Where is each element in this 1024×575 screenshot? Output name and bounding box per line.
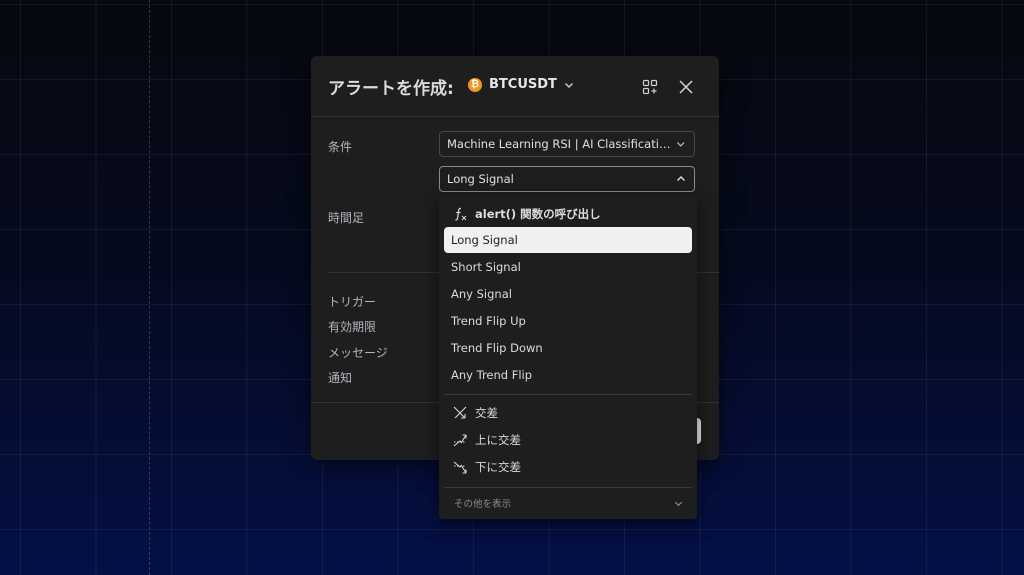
trigger-label: トリガー xyxy=(328,295,377,309)
signal-value: Long Signal xyxy=(447,172,514,186)
menu-item-label: Trend Flip Up xyxy=(451,314,526,328)
menu-item-label: 交差 xyxy=(475,406,498,420)
signal-dropdown-menu: alert() 関数の呼び出し Long Signal Short Signal… xyxy=(439,196,697,519)
menu-item-label: Trend Flip Down xyxy=(451,341,543,355)
menu-item-crossing-down[interactable]: 下に交差 xyxy=(444,454,692,480)
condition-select[interactable]: Machine Learning RSI | AI Classification… xyxy=(439,131,695,157)
menu-item-crossing[interactable]: 交差 xyxy=(444,400,692,426)
symbol-selector[interactable]: ₿ BTCUSDT xyxy=(468,77,574,92)
function-icon xyxy=(451,206,469,222)
menu-item-long-signal[interactable]: Long Signal xyxy=(444,227,692,253)
crossing-up-icon xyxy=(451,432,469,448)
message-label: メッセージ xyxy=(328,346,388,360)
menu-item-label: Any Trend Flip xyxy=(451,368,533,382)
symbol-label: BTCUSDT xyxy=(489,77,557,92)
timeframe-label: 時間足 xyxy=(328,211,365,225)
chevron-down-icon xyxy=(564,82,573,88)
presets-icon[interactable] xyxy=(639,76,661,98)
crosshair-line xyxy=(149,0,150,575)
menu-separator xyxy=(444,487,692,488)
crossing-icon xyxy=(451,405,469,421)
menu-item-label: 下に交差 xyxy=(475,460,521,474)
signal-select[interactable]: Long Signal xyxy=(439,166,695,192)
menu-item-label: Short Signal xyxy=(451,260,521,274)
crossing-down-icon xyxy=(451,459,469,475)
condition-value: Machine Learning RSI | AI Classification… xyxy=(447,137,677,151)
chevron-up-icon xyxy=(677,176,685,181)
menu-item-label: alert() 関数の呼び出し xyxy=(475,207,601,221)
menu-item-label: Any Signal xyxy=(451,287,512,301)
bitcoin-icon: ₿ xyxy=(468,77,482,92)
menu-item-label: 上に交差 xyxy=(475,433,521,447)
condition-label: 条件 xyxy=(328,140,353,154)
menu-item-label: Long Signal xyxy=(451,233,518,247)
show-more-button[interactable]: その他を表示 xyxy=(444,493,692,513)
menu-item-trend-flip-down[interactable]: Trend Flip Down xyxy=(444,335,692,361)
expiration-label: 有効期限 xyxy=(328,320,377,334)
notification-label: 通知 xyxy=(328,371,353,385)
menu-item-short-signal[interactable]: Short Signal xyxy=(444,254,692,280)
chevron-down-icon xyxy=(677,142,686,147)
menu-separator xyxy=(444,394,692,395)
menu-item-trend-flip-up[interactable]: Trend Flip Up xyxy=(444,308,692,334)
menu-item-crossing-up[interactable]: 上に交差 xyxy=(444,427,692,453)
menu-item-alert-function[interactable]: alert() 関数の呼び出し xyxy=(444,201,692,227)
dialog-title: アラートを作成: xyxy=(328,79,454,99)
menu-item-any-trend-flip[interactable]: Any Trend Flip xyxy=(444,362,692,388)
menu-item-any-signal[interactable]: Any Signal xyxy=(444,281,692,307)
dialog-header: アラートを作成: ₿ BTCUSDT xyxy=(311,56,719,117)
close-icon[interactable] xyxy=(675,76,697,98)
chevron-down-icon xyxy=(674,501,683,506)
show-more-label: その他を表示 xyxy=(454,499,512,510)
